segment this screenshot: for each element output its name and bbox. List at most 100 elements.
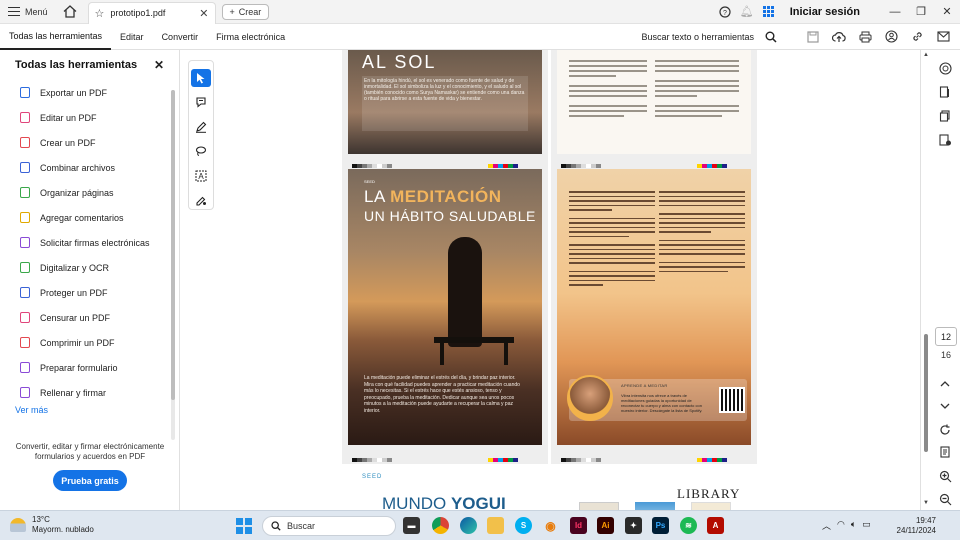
fill-sign-icon bbox=[20, 387, 30, 398]
title-highlight: YOGUI bbox=[450, 494, 506, 510]
free-trial-button[interactable]: Prueba gratis bbox=[53, 470, 127, 491]
see-more-link[interactable]: Ver más bbox=[0, 401, 179, 419]
current-page-input[interactable]: 12 bbox=[935, 327, 957, 346]
help-icon[interactable]: ? bbox=[715, 2, 735, 22]
signin-link[interactable]: Iniciar sesión bbox=[790, 6, 860, 18]
illustrator-icon[interactable]: Ai bbox=[597, 517, 614, 534]
tab-convert[interactable]: Convertir bbox=[153, 24, 208, 50]
tool-item-create-pdf[interactable]: Crear un PDF bbox=[0, 130, 179, 155]
tool-item-label: Proteger un PDF bbox=[40, 287, 108, 298]
file-explorer-icon[interactable] bbox=[487, 517, 504, 534]
tab-edit[interactable]: Editar bbox=[111, 24, 153, 50]
capture-icon[interactable]: ✦ bbox=[625, 517, 642, 534]
clock[interactable]: 19:47 24/11/2024 bbox=[890, 516, 936, 536]
highlight-pen-icon[interactable] bbox=[191, 118, 211, 136]
text-column-right bbox=[655, 60, 739, 120]
photoshop-icon[interactable]: Ps bbox=[652, 517, 669, 534]
zoom-in-icon[interactable] bbox=[935, 466, 955, 486]
windows-start-icon[interactable] bbox=[236, 518, 252, 534]
tab-e-signature[interactable]: Firma electrónica bbox=[207, 24, 294, 50]
minimize-button[interactable]: — bbox=[882, 0, 908, 24]
tool-item-scan-ocr[interactable]: Digitalizar y OCR bbox=[0, 255, 179, 280]
document-tab[interactable]: ☆ prototipo1.pdf ✕ bbox=[87, 1, 216, 24]
tab-all-tools[interactable]: Todas las herramientas bbox=[0, 24, 112, 50]
scrollbar-thumb[interactable] bbox=[924, 334, 928, 452]
close-panel-icon[interactable]: ✕ bbox=[154, 58, 164, 72]
tool-item-export-pdf[interactable]: Exportar un PDF bbox=[0, 80, 179, 105]
security-settings-icon[interactable] bbox=[935, 130, 955, 150]
indesign-icon[interactable]: Id bbox=[570, 517, 587, 534]
weather-description: Mayorm. nublado bbox=[32, 525, 94, 534]
menu-button[interactable]: Menú bbox=[0, 0, 56, 24]
tool-item-organize-pages[interactable]: Organizar páginas bbox=[0, 180, 179, 205]
close-window-button[interactable]: ✕ bbox=[934, 0, 960, 24]
spotify-icon[interactable]: ≋ bbox=[680, 517, 697, 534]
scroll-up-arrow-icon[interactable]: ▲ bbox=[921, 52, 931, 58]
weather-widget[interactable]: 13°C Mayorm. nublado bbox=[10, 515, 94, 535]
link-icon[interactable] bbox=[908, 28, 926, 46]
star-icon[interactable]: ☆ bbox=[95, 7, 105, 20]
tool-item-edit-pdf[interactable]: Editar un PDF bbox=[0, 105, 179, 130]
select-cursor-icon[interactable] bbox=[191, 69, 211, 87]
draw-freehand-icon[interactable] bbox=[191, 143, 211, 161]
add-text-icon[interactable]: A bbox=[191, 167, 211, 185]
add-comment-icon[interactable] bbox=[191, 94, 211, 112]
tool-item-comment[interactable]: Agregar comentarios bbox=[0, 205, 179, 230]
home-button[interactable] bbox=[60, 2, 80, 22]
copy-pages-icon[interactable] bbox=[935, 106, 955, 126]
create-button[interactable]: + Crear bbox=[221, 3, 270, 20]
tool-item-compress-pdf[interactable]: Comprimir un PDF bbox=[0, 330, 179, 355]
taskbar-search[interactable]: Buscar bbox=[262, 516, 396, 536]
notification-bell-icon[interactable]: 🔔︎ bbox=[737, 2, 757, 22]
save-icon[interactable] bbox=[804, 28, 822, 46]
page-fit-icon[interactable] bbox=[935, 442, 955, 462]
next-page-icon[interactable] bbox=[935, 396, 955, 416]
mundo-yogui-title: MUNDO YOGUI bbox=[382, 494, 506, 510]
page-tag: SEED bbox=[364, 179, 375, 184]
zoom-out-icon[interactable] bbox=[935, 489, 955, 509]
bookmark-icon[interactable] bbox=[935, 82, 955, 102]
library-title: LIBRARY bbox=[677, 486, 741, 501]
apps-grid-icon[interactable] bbox=[759, 2, 779, 22]
wifi-icon[interactable]: ◠ bbox=[837, 519, 845, 532]
tool-item-combine-files[interactable]: Combinar archivos bbox=[0, 155, 179, 180]
tool-item-label: Solicitar firmas electrónicas bbox=[40, 237, 150, 248]
document-scrollbar[interactable]: ▲ ▼ bbox=[921, 50, 931, 510]
tool-item-prepare-form[interactable]: Preparar formulario bbox=[0, 355, 179, 380]
home-icon bbox=[63, 5, 76, 18]
tool-item-label: Rellenar y firmar bbox=[40, 387, 107, 398]
search-icon[interactable] bbox=[762, 28, 780, 46]
upload-cloud-icon[interactable] bbox=[830, 28, 848, 46]
previous-page-icon[interactable] bbox=[935, 373, 955, 393]
edge-icon[interactable] bbox=[460, 517, 477, 534]
task-view-icon[interactable]: ▬ bbox=[403, 517, 420, 534]
panel-description: Convertir, editar y firmar electrónicame… bbox=[15, 442, 165, 461]
scroll-down-arrow-icon[interactable]: ▼ bbox=[921, 500, 931, 506]
volume-icon[interactable]: 🔈︎ bbox=[851, 519, 856, 532]
tool-item-redact-pdf[interactable]: Censurar un PDF bbox=[0, 305, 179, 330]
rotate-icon[interactable] bbox=[935, 420, 955, 440]
create-pdf-icon bbox=[20, 137, 30, 148]
print-colorbar bbox=[352, 458, 392, 462]
search-tools-label[interactable]: Buscar texto o herramientas bbox=[641, 32, 754, 42]
book-cover-image bbox=[579, 502, 619, 510]
battery-icon[interactable]: ▭ bbox=[862, 519, 871, 532]
tool-item-protect-pdf[interactable]: Proteger un PDF bbox=[0, 280, 179, 305]
print-colorbar-color bbox=[488, 164, 518, 168]
acrobat-icon[interactable]: A bbox=[707, 517, 724, 534]
tool-item-label: Crear un PDF bbox=[40, 137, 96, 148]
skype-icon[interactable]: S bbox=[515, 517, 532, 534]
show-hidden-icons-icon[interactable]: ︿ bbox=[822, 519, 831, 532]
ai-assistant-icon[interactable] bbox=[935, 58, 955, 78]
close-tab-icon[interactable]: ✕ bbox=[199, 7, 208, 20]
print-icon[interactable] bbox=[856, 28, 874, 46]
share-user-icon[interactable] bbox=[882, 28, 900, 46]
panel-scrollbar[interactable] bbox=[171, 90, 175, 440]
email-icon[interactable] bbox=[934, 28, 952, 46]
document-viewer[interactable]: A AL SOL En la mitología hindú, el sol e… bbox=[180, 50, 920, 510]
chrome-icon[interactable] bbox=[432, 517, 449, 534]
tool-item-request-signature[interactable]: Solicitar firmas electrónicas bbox=[0, 230, 179, 255]
fill-sign-tool-icon[interactable] bbox=[191, 192, 211, 210]
blender-icon[interactable]: ◉ bbox=[542, 517, 559, 534]
restore-button[interactable]: ❐ bbox=[908, 0, 934, 24]
